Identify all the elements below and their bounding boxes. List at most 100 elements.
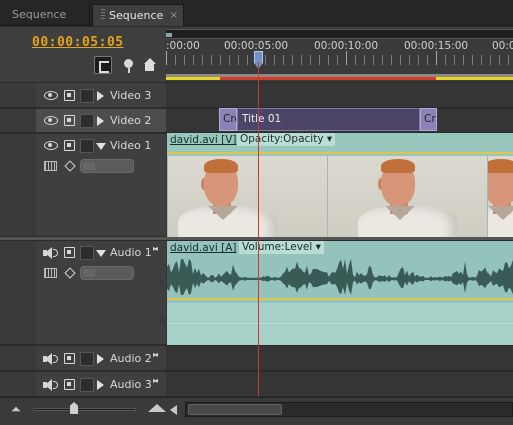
zoom-out-icon[interactable] [11, 406, 21, 412]
speaker-icon[interactable] [43, 247, 59, 259]
effect-dropdown[interactable]: Volume:Level ▾ [239, 241, 324, 254]
clip-header: david.avi [V] Opacity:Opacity ▾ [167, 133, 513, 147]
lock-toggle[interactable] [80, 139, 94, 153]
track-label: Audio 2 [110, 352, 152, 365]
track-header-audio2[interactable]: Audio 2 [36, 345, 166, 371]
display-style-icon[interactable] [44, 161, 57, 171]
track-lane-audio3[interactable] [166, 371, 513, 397]
scroll-left-arrow-icon[interactable] [170, 405, 177, 415]
speaker-icon[interactable] [43, 353, 59, 365]
expand-arrow-icon[interactable] [97, 354, 104, 364]
left-channel-label: L [159, 276, 165, 286]
scrollbar-thumb[interactable] [188, 404, 282, 415]
keyframe-icon[interactable] [64, 267, 76, 279]
track-label: Audio 3 [110, 378, 152, 391]
time-ruler[interactable]: :00:00 00:00:05:00 00:00:10:00 00:00:15:… [166, 27, 513, 82]
clip-name: david.avi [V] [170, 134, 237, 146]
opacity-rubber-band[interactable] [167, 152, 513, 154]
track-left-margin [0, 82, 36, 108]
expand-arrow-icon[interactable] [97, 91, 104, 101]
render-bar-red [220, 77, 436, 80]
eye-icon[interactable] [44, 91, 58, 100]
render-bar-yellow [166, 77, 220, 80]
eye-icon[interactable] [44, 116, 58, 125]
track-left-margin [0, 371, 36, 397]
effect-dropdown[interactable]: Opacity:Opacity ▾ [237, 133, 336, 146]
filmstrip-icon[interactable] [64, 353, 75, 364]
zoom-slider-thumb[interactable] [70, 402, 78, 414]
lock-toggle[interactable] [80, 378, 94, 392]
audio-clip[interactable]: david.avi [A] Volume:Level ▾ [167, 241, 513, 345]
ruler-major-ticks [166, 51, 513, 65]
track-label: Audio 1 [110, 246, 152, 259]
track-lane-audio2[interactable] [166, 345, 513, 371]
track-header-audio3[interactable]: Audio 3 [36, 371, 166, 397]
collapse-arrow-icon[interactable] [96, 143, 106, 150]
tab-sequence-02[interactable]: Sequence 02 × [92, 4, 184, 44]
sync-lock-icon[interactable] [153, 376, 164, 389]
add-marker-icon[interactable] [120, 56, 138, 74]
clip-name: david.avi [A] [170, 242, 237, 254]
eye-icon[interactable] [44, 141, 58, 150]
set-encore-chapter-icon[interactable] [141, 56, 159, 74]
track-label: Video 2 [110, 114, 152, 127]
tab-sequence-01[interactable]: Sequence 01 [4, 4, 90, 43]
expand-arrow-icon[interactable] [97, 380, 104, 390]
snap-icon[interactable] [94, 56, 112, 74]
lock-toggle[interactable] [80, 352, 94, 366]
channel-separator [167, 323, 513, 324]
thumbnail-image [327, 156, 487, 237]
zoom-in-icon[interactable] [148, 404, 166, 412]
transition-clip-end[interactable]: Cro [420, 108, 437, 131]
transition-label: Cro [424, 113, 436, 125]
lock-toggle[interactable] [80, 89, 94, 103]
title-clip[interactable]: Title 01 [237, 108, 420, 131]
speaker-icon[interactable] [43, 379, 59, 391]
clip-header: david.avi [A] Volume:Level ▾ [167, 241, 513, 255]
lock-toggle[interactable] [80, 246, 94, 260]
track-left-margin [0, 240, 36, 345]
filmstrip-icon[interactable] [64, 379, 75, 390]
clip-thumbnails [167, 156, 513, 237]
filmstrip-icon[interactable] [64, 140, 75, 151]
timeline-bottom-bar [0, 397, 513, 425]
track-header-video2[interactable]: Video 2 [36, 108, 166, 133]
transition-label: Cro [223, 113, 236, 125]
transition-clip-start[interactable]: Cro [219, 108, 237, 131]
track-lane-video3[interactable] [166, 82, 513, 108]
track-label: Video 3 [110, 89, 152, 102]
lock-toggle[interactable] [80, 114, 94, 128]
thumbnail-image [167, 156, 327, 237]
track-header-video1[interactable]: Video 1 [36, 133, 166, 237]
collapse-arrow-icon[interactable] [96, 250, 106, 257]
playhead-timecode[interactable]: 00:00:05:05 [32, 35, 124, 50]
close-icon[interactable]: × [170, 5, 178, 27]
track-header-video3[interactable]: Video 3 [36, 82, 166, 108]
viewing-area-bar[interactable] [166, 29, 513, 39]
track-left-margin [0, 108, 36, 133]
video-clip[interactable]: david.avi [V] Opacity:Opacity ▾ [167, 133, 513, 237]
tab-grip-icon[interactable] [101, 9, 105, 20]
thumbnail-image [487, 156, 513, 237]
keyframe-navigator[interactable] [80, 266, 134, 280]
sync-lock-icon[interactable] [153, 244, 164, 257]
filmstrip-icon[interactable] [64, 115, 75, 126]
audio-waveform [167, 259, 513, 295]
horizontal-scrollbar[interactable] [185, 402, 513, 417]
track-header-audio1[interactable]: Audio 1 [36, 240, 166, 345]
keyframe-navigator[interactable] [80, 159, 134, 173]
track-label: Video 1 [110, 139, 152, 152]
zoom-slider[interactable] [33, 408, 136, 411]
right-channel-area [167, 303, 513, 345]
keyframe-icon[interactable] [64, 160, 76, 172]
sync-lock-icon[interactable] [153, 350, 164, 363]
filmstrip-icon[interactable] [64, 90, 75, 101]
right-channel-label: R [159, 318, 166, 328]
expand-arrow-icon[interactable] [97, 116, 104, 126]
volume-rubber-band[interactable] [167, 298, 513, 300]
display-style-icon[interactable] [44, 268, 57, 278]
track-left-margin [0, 345, 36, 371]
playhead-line[interactable] [258, 62, 259, 397]
filmstrip-icon[interactable] [64, 247, 75, 258]
track-left-margin [0, 133, 36, 237]
